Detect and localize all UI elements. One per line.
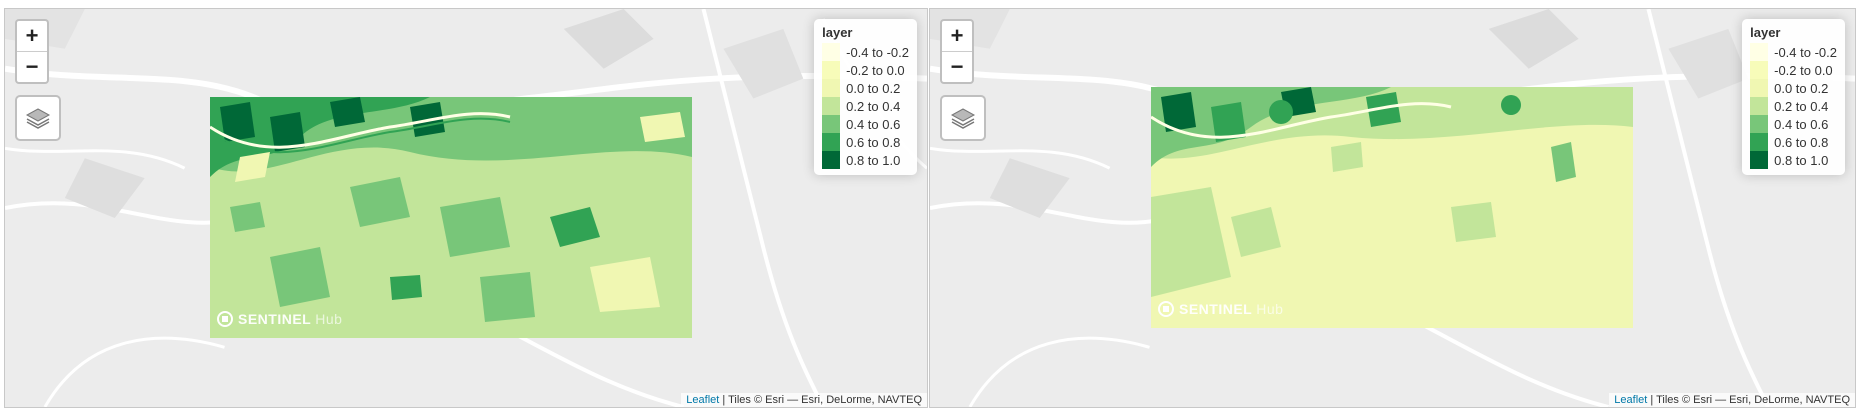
legend-swatch (1750, 115, 1769, 133)
legend-item: -0.2 to 0.0 (822, 61, 909, 79)
legend-swatch (822, 61, 841, 79)
zoom-out-button[interactable]: − (942, 52, 972, 82)
legend-swatch (1750, 43, 1769, 61)
legend-item: 0.8 to 1.0 (822, 151, 909, 169)
attribution-text: | Tiles © Esri — Esri, DeLorme, NAVTEQ (719, 394, 922, 406)
zoom-in-button[interactable]: + (942, 21, 972, 52)
ndvi-raster-layer: SENTINEL Hub (1151, 87, 1633, 328)
satellite-icon (217, 311, 233, 327)
ndvi-raster-layer: SENTINEL Hub (210, 97, 692, 338)
watermark-suffix: Hub (315, 311, 343, 327)
legend-label: 0.8 to 1.0 (846, 152, 901, 168)
layers-icon (950, 108, 976, 129)
legend-label: 0.2 to 0.4 (846, 98, 901, 114)
legend-label: 0.6 to 0.8 (1774, 134, 1829, 150)
legend-swatch (822, 43, 841, 61)
zoom-control: + − (940, 19, 974, 84)
map-right[interactable]: SENTINEL Hub + − layer -0.4 to -0.2 -0.2… (929, 8, 1856, 408)
legend-label: 0.0 to 0.2 (846, 80, 901, 96)
legend-item: 0.2 to 0.4 (1750, 97, 1837, 115)
satellite-icon (1158, 301, 1174, 317)
legend-label: -0.4 to -0.2 (1774, 44, 1837, 60)
legend-title: layer (822, 25, 853, 40)
zoom-control: + − (15, 19, 49, 84)
attribution-text: | Tiles © Esri — Esri, DeLorme, NAVTEQ (1647, 394, 1850, 406)
legend-label: -0.2 to 0.0 (846, 62, 905, 78)
legend-swatch (822, 151, 841, 169)
legend-item: -0.4 to -0.2 (822, 43, 909, 61)
sentinel-hub-watermark: SENTINEL Hub (1157, 300, 1283, 318)
legend-item: 0.4 to 0.6 (1750, 115, 1837, 133)
attribution: Leaflet | Tiles © Esri — Esri, DeLorme, … (681, 393, 927, 407)
legend-label: 0.8 to 1.0 (1774, 152, 1829, 168)
layers-icon (25, 108, 51, 129)
legend: layer -0.4 to -0.2 -0.2 to 0.0 0.0 to 0.… (814, 19, 917, 175)
legend-item: 0.4 to 0.6 (822, 115, 909, 133)
leaflet-link[interactable]: Leaflet (1614, 394, 1647, 406)
layers-control-button[interactable] (15, 95, 61, 141)
legend-swatch (822, 79, 841, 97)
legend-item: 0.6 to 0.8 (822, 133, 909, 151)
watermark-brand: SENTINEL (238, 311, 312, 327)
legend-item: -0.4 to -0.2 (1750, 43, 1837, 61)
legend-item: -0.2 to 0.0 (1750, 61, 1837, 79)
legend-swatch (1750, 151, 1769, 169)
legend-label: 0.2 to 0.4 (1774, 98, 1829, 114)
legend-swatch (822, 115, 841, 133)
map-left[interactable]: SENTINEL Hub + − layer -0.4 to -0.2 -0.2… (4, 8, 928, 408)
legend-label: 0.4 to 0.6 (846, 116, 901, 132)
legend-label: 0.6 to 0.8 (846, 134, 901, 150)
watermark-suffix: Hub (1256, 301, 1284, 317)
attribution: Leaflet | Tiles © Esri — Esri, DeLorme, … (1609, 393, 1855, 407)
layers-control-button[interactable] (940, 95, 986, 141)
legend-swatch (1750, 97, 1769, 115)
legend-swatch (1750, 61, 1769, 79)
legend-swatch (1750, 79, 1769, 97)
legend-item: 0.2 to 0.4 (822, 97, 909, 115)
zoom-in-button[interactable]: + (17, 21, 47, 52)
legend-label: 0.0 to 0.2 (1774, 80, 1829, 96)
watermark-brand: SENTINEL (1179, 301, 1253, 317)
legend-label: -0.4 to -0.2 (846, 44, 909, 60)
legend-label: -0.2 to 0.0 (1774, 62, 1833, 78)
legend-item: 0.8 to 1.0 (1750, 151, 1837, 169)
legend-title: layer (1750, 25, 1781, 40)
legend-swatch (822, 97, 841, 115)
legend-item: 0.0 to 0.2 (1750, 79, 1837, 97)
legend-item: 0.0 to 0.2 (822, 79, 909, 97)
legend-item: 0.6 to 0.8 (1750, 133, 1837, 151)
legend-swatch (822, 133, 841, 151)
zoom-out-button[interactable]: − (17, 52, 47, 82)
leaflet-link[interactable]: Leaflet (686, 394, 719, 406)
legend: layer -0.4 to -0.2 -0.2 to 0.0 0.0 to 0.… (1742, 19, 1845, 175)
legend-swatch (1750, 133, 1769, 151)
legend-label: 0.4 to 0.6 (1774, 116, 1829, 132)
sentinel-hub-watermark: SENTINEL Hub (216, 310, 342, 328)
